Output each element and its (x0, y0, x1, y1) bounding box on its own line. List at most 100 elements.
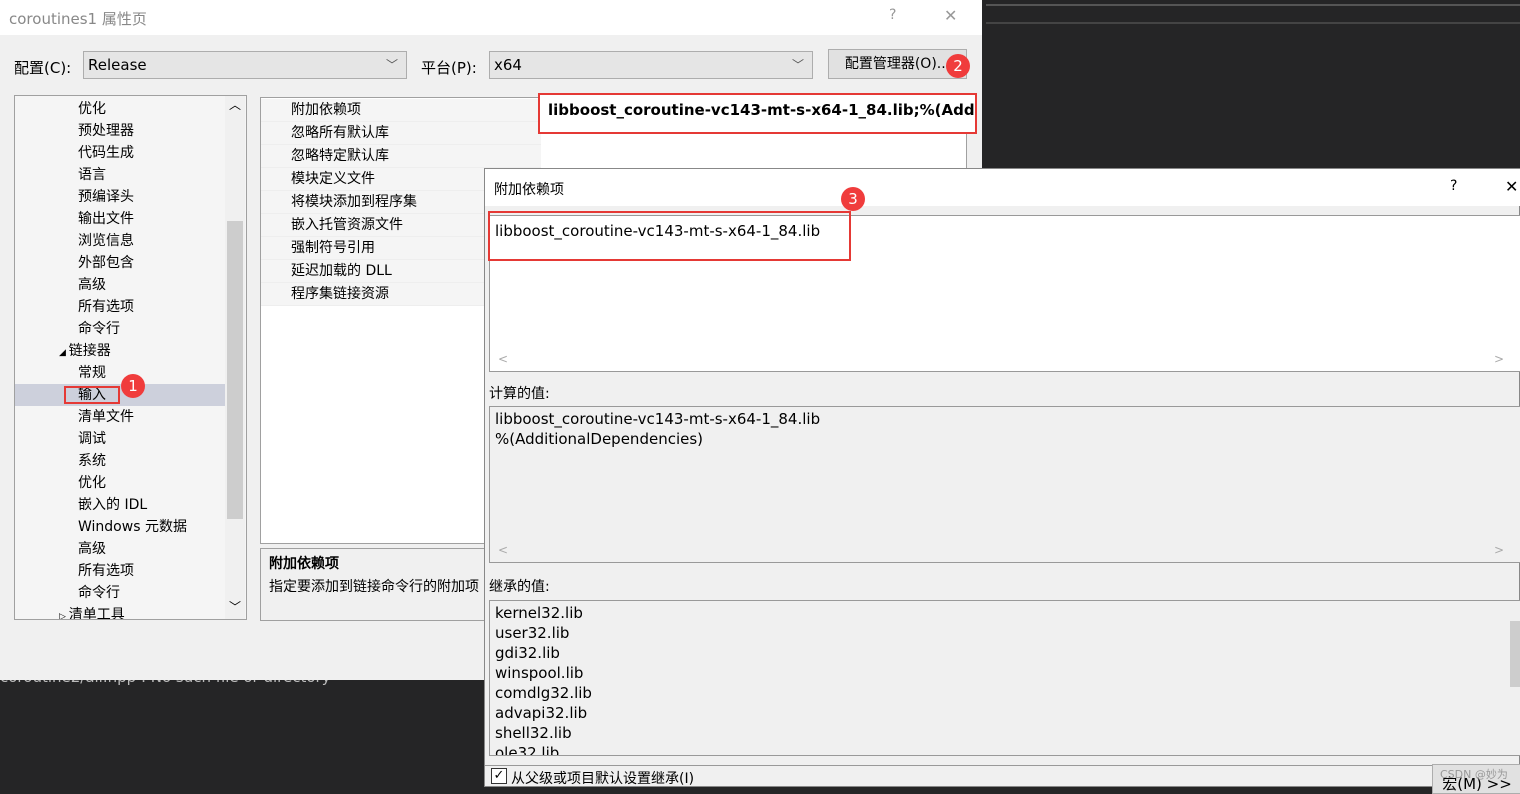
tree-item-label: 所有选项 (78, 563, 134, 579)
divider (485, 765, 1520, 766)
editor-line (986, 22, 1520, 24)
annotation-badge-2: 2 (946, 54, 970, 78)
computed-label: 计算的值: (489, 386, 550, 402)
tree-item[interactable]: 常规 (78, 362, 106, 384)
computed-value-line: libboost_coroutine-vc143-mt-s-x64-1_84.l… (495, 410, 821, 428)
inherited-values-box[interactable]: kernel32.lib user32.lib gdi32.lib winspool.… (489, 600, 1520, 756)
annotation-badge-1: 1 (121, 374, 145, 398)
tree-item[interactable]: 浏览信息 (78, 230, 134, 252)
tree-item-label: 预处理器 (78, 123, 134, 139)
tree-item[interactable]: 清单文件 (78, 406, 134, 428)
inherited-value-line: winspool.lib (495, 664, 584, 682)
scroll-down-icon[interactable]: ﹀ (229, 598, 241, 615)
tree-item[interactable]: 输入 (15, 384, 225, 406)
inherit-checkbox[interactable]: ✓ (491, 768, 507, 784)
help-button[interactable]: ? (889, 7, 896, 23)
tree-item[interactable]: 高级 (78, 274, 106, 296)
platform-label: 平台(P): (421, 59, 477, 77)
annotation-box-3 (488, 211, 851, 261)
config-label: 配置(C): (14, 59, 72, 77)
scroll-right-icon[interactable]: > (1494, 540, 1504, 560)
tree-item[interactable]: ▷ 清单工具 (59, 604, 125, 620)
computed-value-line: %(AdditionalDependencies) (495, 430, 704, 448)
property-row[interactable]: 忽略特定默认库 (261, 145, 541, 168)
subdialog-title-bar: 附加依赖项 ? ✕ (485, 169, 1520, 206)
tree-item[interactable]: 命令行 (78, 582, 120, 604)
tree-item[interactable]: 预处理器 (78, 120, 134, 142)
tree-item-label: Windows 元数据 (78, 519, 187, 535)
scroll-up-icon[interactable]: ︿ (229, 96, 241, 113)
inherited-value-line: kernel32.lib (495, 604, 583, 622)
tree-item-label: 系统 (78, 453, 106, 469)
title-bar: coroutines1 属性页 ? ✕ (0, 0, 982, 35)
tree-item[interactable]: 调试 (78, 428, 106, 450)
collapsed-arrow-icon[interactable]: ▷ (59, 612, 69, 619)
category-tree[interactable]: ▷ 清单工具 命令行 所有选项 高级 Windows 元数据 嵌入的 IDL 优化 系统 调试清… (14, 95, 247, 620)
inherited-value-line: shell32.lib (495, 724, 572, 742)
property-value-additional-deps[interactable]: libboost_coroutine-vc143-mt-s-x64-1_84.l… (538, 93, 977, 134)
inherited-value-line: gdi32.lib (495, 644, 560, 662)
tree-item-label: 所有选项 (78, 299, 134, 315)
tree-item[interactable]: 预编译头 (78, 186, 134, 208)
platform-combo[interactable]: x64 ﹀ (489, 51, 813, 79)
additional-deps-dialog: 附加依赖项 ? ✕ libboost_coroutine-vc143-mt-s-… (484, 168, 1520, 794)
close-button[interactable]: ✕ (944, 6, 957, 25)
tree-item[interactable]: 外部包含 (78, 252, 134, 274)
tree-item[interactable]: 命令行 (78, 318, 120, 340)
tree-item[interactable]: 所有选项 (78, 296, 134, 318)
watermark: CSDN @妙为 (1440, 768, 1508, 781)
close-button[interactable]: ✕ (1505, 177, 1518, 196)
tree-scrollbar[interactable]: ︿ ﹀ (225, 96, 245, 619)
chevron-down-icon: ﹀ (385, 58, 398, 72)
editor-line (986, 4, 1520, 6)
tree-item-label: 调试 (78, 431, 106, 447)
tree-item-label: 优化 (78, 101, 106, 117)
expanded-arrow-icon[interactable]: ◢ (59, 348, 69, 358)
tree-item-label: 语言 (78, 167, 106, 183)
tree-item-label: 代码生成 (78, 145, 134, 161)
tree-item-label: 常规 (78, 365, 106, 381)
config-combo[interactable]: Release ﹀ (83, 51, 407, 79)
computed-values-box[interactable]: libboost_coroutine-vc143-mt-s-x64-1_84.l… (489, 406, 1520, 563)
scroll-left-icon[interactable]: < (498, 540, 508, 560)
chevron-down-icon: ﹀ (791, 58, 804, 72)
property-row[interactable]: 忽略所有默认库 (261, 122, 541, 145)
tree-item[interactable]: ◢ 链接器 (59, 340, 111, 362)
tree-item[interactable]: 系统 (78, 450, 106, 472)
tree-item[interactable]: 代码生成 (78, 142, 134, 164)
tree-item-label: 命令行 (78, 585, 120, 601)
tree-item-label: 清单工具 (68, 607, 125, 620)
annotation-badge-3: 3 (841, 187, 865, 211)
inherited-value-line: advapi32.lib (495, 704, 588, 722)
tree-item-label: 外部包含 (78, 255, 134, 271)
scrollbar-thumb[interactable] (227, 221, 243, 519)
property-row[interactable]: 附加依赖项 (261, 99, 541, 122)
help-button[interactable]: ? (1450, 178, 1457, 194)
tree-item-label: 浏览信息 (78, 233, 134, 249)
inherited-label: 继承的值: (489, 579, 550, 595)
tree-item[interactable]: 嵌入的 IDL (78, 494, 147, 516)
tree-item[interactable]: 语言 (78, 164, 106, 186)
tree-item[interactable]: 所有选项 (78, 560, 134, 582)
tree-item-label: 链接器 (68, 343, 111, 359)
tree-item-label: 高级 (78, 541, 106, 557)
scrollbar-thumb[interactable] (1510, 621, 1520, 687)
tree-item[interactable]: 优化 (78, 472, 106, 494)
inherit-checkbox-label[interactable]: 从父级或项目默认设置继承(I) (511, 768, 694, 788)
tree-item[interactable]: 输出文件 (78, 208, 134, 230)
scroll-left-icon[interactable]: < (498, 349, 508, 369)
scroll-right-icon[interactable]: > (1494, 349, 1504, 369)
config-value: Release (88, 56, 147, 74)
tree-item-label: 优化 (78, 475, 106, 491)
tree-item-label: 嵌入的 IDL (78, 497, 148, 513)
tree-item[interactable]: Windows 元数据 (78, 516, 187, 538)
dialog-title: coroutines1 属性页 (9, 10, 147, 28)
tree-item[interactable]: 高级 (78, 538, 106, 560)
tree-item[interactable]: 优化 (78, 98, 106, 120)
inherited-value-line: user32.lib (495, 624, 570, 642)
tree-item-label: 预编译头 (78, 189, 134, 205)
tree-item-label: 高级 (78, 277, 106, 293)
description-title: 附加依赖项 (269, 556, 339, 572)
platform-value: x64 (494, 56, 522, 74)
annotation-box-1 (64, 386, 120, 404)
